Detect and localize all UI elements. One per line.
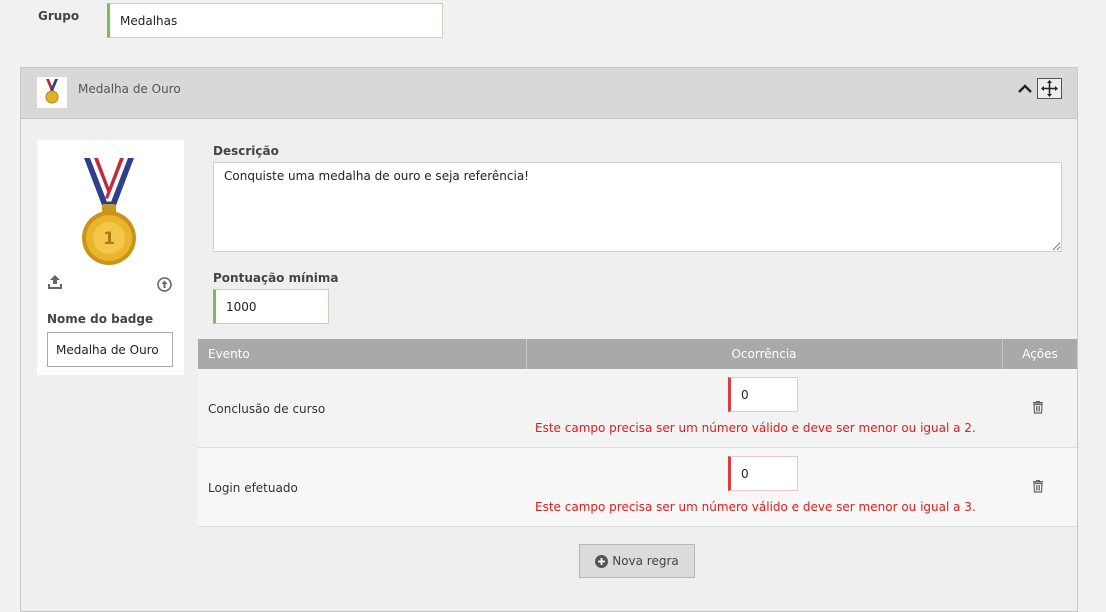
min-score-label: Pontuação mínima <box>213 271 339 285</box>
medal-icon: 1 <box>82 158 136 265</box>
new-rule-label: Nova regra <box>612 554 679 568</box>
medal-icon <box>45 79 59 104</box>
description-label: Descrição <box>213 144 279 158</box>
chevron-up-icon[interactable] <box>1016 80 1034 98</box>
occurrence-input[interactable] <box>728 377 798 412</box>
occurrence-input[interactable] <box>728 456 798 491</box>
table-row: Conclusão de curso Este campo precisa se… <box>198 369 1077 448</box>
trash-icon[interactable] <box>1032 400 1044 414</box>
table-row: Login efetuado Este campo precisa ser um… <box>198 448 1077 527</box>
upload-icon[interactable] <box>47 274 63 290</box>
move-icon <box>1041 80 1058 97</box>
badge-panel-title: Medalha de Ouro <box>78 82 181 96</box>
badge-name-label: Nome do badge <box>47 312 154 326</box>
medal-number: 1 <box>103 229 115 249</box>
column-header-occurrence: Ocorrência <box>526 339 1001 369</box>
rule-event: Login efetuado <box>208 481 298 495</box>
badge-panel-header: Medalha de Ouro <box>21 68 1077 119</box>
min-score-input[interactable] <box>213 289 329 324</box>
arrow-up-circle-icon[interactable] <box>157 277 172 292</box>
validation-error: Este campo precisa ser um número válido … <box>535 421 976 435</box>
rules-table-header: Evento Ocorrência Ações <box>198 339 1077 369</box>
plus-circle-icon <box>595 554 609 568</box>
description-textarea[interactable]: Conquiste uma medalha de ouro e seja ref… <box>213 162 1062 252</box>
column-header-actions: Ações <box>1002 339 1077 369</box>
trash-icon[interactable] <box>1032 479 1044 493</box>
column-header-event: Evento <box>208 347 250 361</box>
move-button[interactable] <box>1037 78 1062 99</box>
rule-event: Conclusão de curso <box>208 402 326 416</box>
badge-thumbnail <box>37 77 67 108</box>
badge-name-input[interactable] <box>47 332 173 367</box>
rules-table: Evento Ocorrência Ações Conclusão de cur… <box>198 339 1077 527</box>
group-label: Grupo <box>38 9 80 23</box>
group-input[interactable] <box>107 3 443 38</box>
badge-image-card: 1 Nome do badge <box>37 140 184 375</box>
validation-error: Este campo precisa ser um número válido … <box>535 500 976 514</box>
new-rule-button[interactable]: Nova regra <box>579 544 695 578</box>
badge-panel: Medalha de Ouro 1 Nome do badge Medalha … <box>20 67 1078 612</box>
